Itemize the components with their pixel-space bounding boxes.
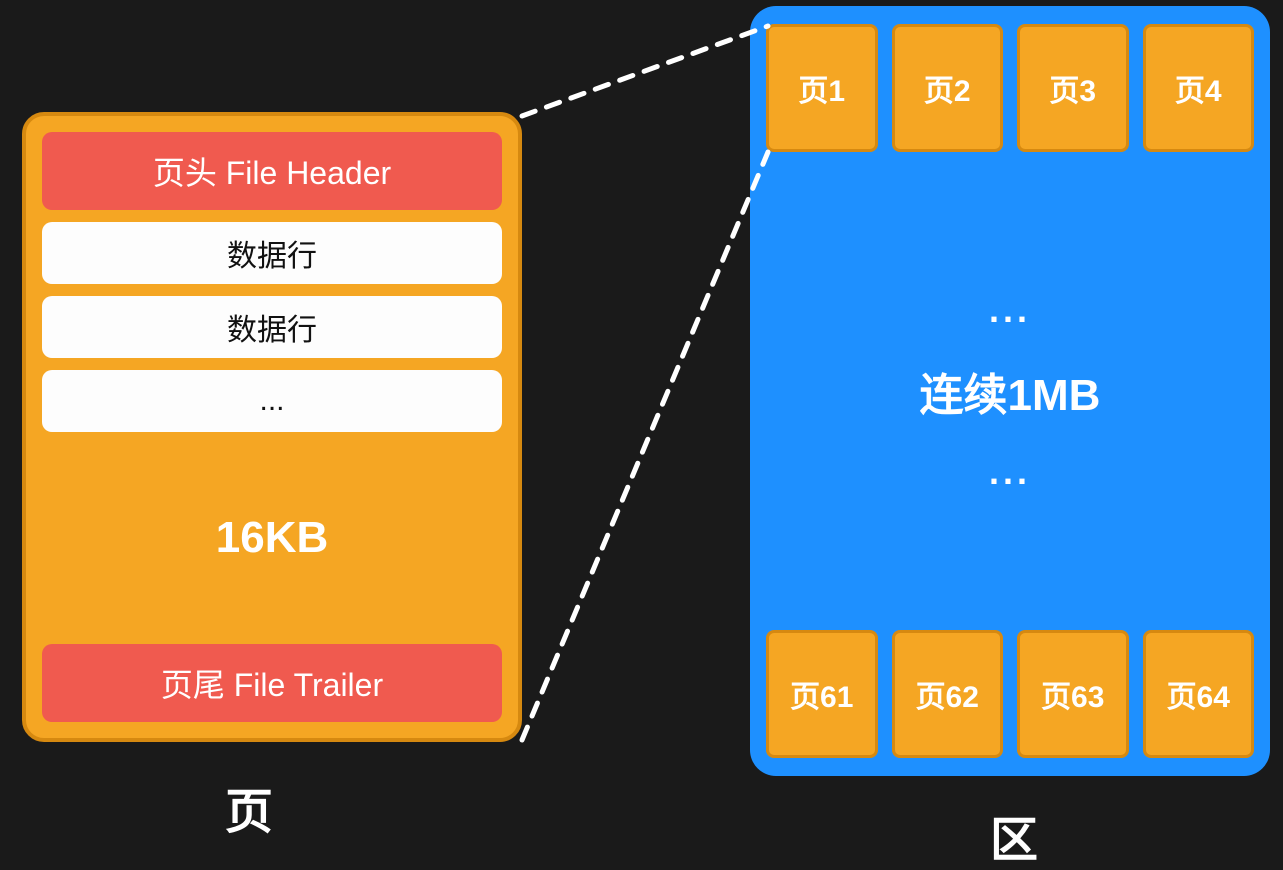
page-size-label: 16KB	[42, 444, 502, 632]
mini-page: 页62	[892, 630, 1004, 758]
ellipsis: ...	[989, 451, 1031, 493]
page-trailer-block: 页尾 File Trailer	[42, 644, 502, 722]
data-row: 数据行	[42, 296, 502, 358]
mini-page: 页64	[1143, 630, 1255, 758]
ellipsis: ...	[989, 289, 1031, 331]
extent-center-label: ... 连续1MB ...	[766, 289, 1254, 493]
data-row: 数据行	[42, 222, 502, 284]
extent-label: 区	[990, 800, 1040, 870]
mini-page: 页2	[892, 24, 1004, 152]
extent-top-row: 页1 页2 页3 页4	[766, 24, 1254, 152]
mini-page: 页61	[766, 630, 878, 758]
data-row-ellipsis: ...	[42, 370, 502, 432]
mini-page: 页3	[1017, 24, 1129, 152]
mini-page: 页1	[766, 24, 878, 152]
page-structure-box: 页头 File Header 数据行 数据行 ... 16KB 页尾 File …	[22, 112, 522, 742]
mini-page: 页63	[1017, 630, 1129, 758]
extent-bottom-row: 页61 页62 页63 页64	[766, 630, 1254, 758]
extent-size-label: 连续1MB	[920, 359, 1101, 423]
page-header-block: 页头 File Header	[42, 132, 502, 210]
page-label: 页	[225, 772, 275, 842]
mini-page: 页4	[1143, 24, 1255, 152]
extent-box: 页1 页2 页3 页4 ... 连续1MB ... 页61 页62 页63 页6…	[750, 6, 1270, 776]
